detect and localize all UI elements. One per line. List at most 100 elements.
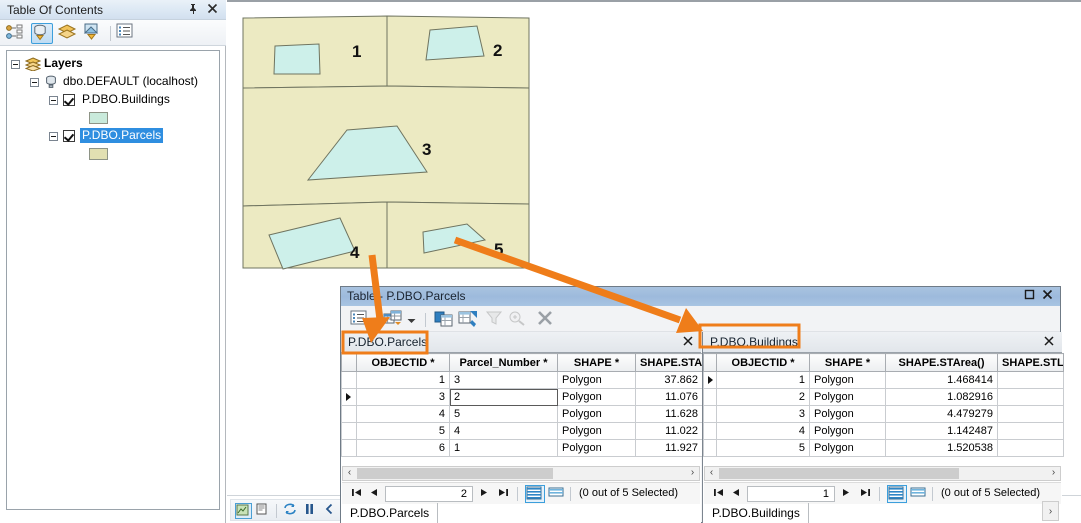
cell-shape[interactable]: Polygon (809, 439, 886, 457)
options-icon[interactable] (116, 23, 138, 44)
cell-shape-starea[interactable]: 1.082916 (885, 388, 998, 406)
cell-shape[interactable]: Polygon (809, 371, 886, 389)
layout-view-icon[interactable] (255, 503, 272, 519)
record-number-input[interactable]: 1 (747, 486, 835, 502)
cell-shape[interactable]: Polygon (557, 371, 636, 389)
cell-parcel-number[interactable]: 4 (449, 422, 558, 440)
row-selector[interactable] (341, 422, 357, 440)
column-header-shape-stl[interactable]: SHAPE.STL (997, 353, 1064, 372)
scrollbar-thumb[interactable] (719, 468, 959, 479)
row-selector[interactable] (703, 439, 717, 457)
table-row[interactable]: 4 5 Polygon 11.628 (341, 405, 703, 423)
list-by-drawing-order-icon[interactable] (5, 23, 27, 44)
collapse-icon[interactable] (324, 503, 341, 519)
table-row[interactable]: 2 Polygon 1.082916 (703, 388, 1064, 406)
tab-parcels[interactable]: P.DBO.Parcels (348, 335, 427, 349)
maximize-icon[interactable] (1022, 289, 1036, 303)
cell-shape-stl[interactable] (997, 422, 1064, 440)
cell-objectid[interactable]: 5 (716, 439, 810, 457)
table-row[interactable]: 4 Polygon 1.142487 (703, 422, 1064, 440)
cell-objectid[interactable]: 5 (356, 422, 450, 440)
cell-objectid[interactable]: 2 (716, 388, 810, 406)
cell-shape-starea[interactable]: 1.468414 (885, 371, 998, 389)
cell-shape-starea[interactable]: 11.076 (635, 388, 703, 406)
expander-icon[interactable] (49, 132, 58, 141)
grid-parcels[interactable]: OBJECTID * Parcel_Number * SHAPE * SHAPE… (341, 353, 703, 463)
row-selector[interactable] (341, 388, 357, 406)
column-header-parcel-number[interactable]: Parcel_Number * (449, 353, 558, 372)
record-number-input[interactable]: 2 (385, 486, 473, 502)
cell-objectid[interactable]: 3 (356, 388, 450, 406)
table-row[interactable]: 1 3 Polygon 37.862 (341, 371, 703, 389)
first-record-icon[interactable] (713, 487, 724, 501)
last-record-icon[interactable] (860, 487, 871, 501)
layer-tree[interactable]: Layers dbo.DEFAULT (localhost) P.DBO.Bui… (6, 50, 220, 510)
list-by-visibility-icon[interactable] (57, 23, 79, 44)
table-options-icon[interactable] (350, 310, 369, 329)
cell-shape-stl[interactable] (997, 388, 1064, 406)
column-header-shape-starea[interactable]: SHAPE.STArea() (885, 353, 998, 372)
column-header-shape-starea[interactable]: SHAPE.STArea (635, 353, 703, 372)
cell-shape-starea[interactable]: 11.927 (635, 439, 703, 457)
scroll-right-icon[interactable]: › (686, 467, 699, 480)
cell-objectid[interactable]: 4 (716, 422, 810, 440)
first-record-icon[interactable] (351, 487, 362, 501)
table-row[interactable]: 5 4 Polygon 11.022 (341, 422, 703, 440)
scroll-right-icon[interactable]: › (1047, 467, 1060, 480)
cell-parcel-number[interactable]: 1 (449, 439, 558, 457)
cell-parcel-number[interactable]: 2 (449, 388, 558, 406)
cell-shape-starea[interactable]: 1.142487 (885, 422, 998, 440)
show-all-records-icon[interactable] (434, 310, 455, 329)
table-window-titlebar[interactable]: Table - P.DBO.Parcels (341, 287, 1060, 306)
close-icon[interactable] (683, 335, 693, 349)
column-header-shape[interactable]: SHAPE * (557, 353, 636, 372)
clear-selection-icon[interactable] (537, 310, 554, 329)
refresh-icon[interactable] (283, 503, 300, 519)
cell-objectid[interactable]: 6 (356, 439, 450, 457)
table-row[interactable]: 3 2 Polygon 11.076 (341, 388, 703, 406)
next-record-icon[interactable] (480, 487, 489, 501)
table-row[interactable]: 5 Polygon 1.520538 (703, 439, 1064, 457)
close-icon[interactable] (1040, 289, 1054, 303)
cell-shape[interactable]: Polygon (809, 405, 886, 423)
show-all-rows-icon[interactable] (525, 485, 545, 503)
previous-record-icon[interactable] (731, 487, 740, 501)
cell-shape-stl[interactable] (997, 439, 1064, 457)
layer-visibility-checkbox-parcels[interactable] (63, 130, 75, 142)
last-record-icon[interactable] (498, 487, 509, 501)
cell-shape[interactable]: Polygon (557, 439, 636, 457)
row-select-header[interactable] (703, 353, 717, 372)
table-row[interactable]: 1 Polygon 1.468414 (703, 371, 1064, 389)
cell-shape-starea[interactable]: 37.862 (635, 371, 703, 389)
cell-parcel-number[interactable]: 3 (449, 371, 558, 389)
cell-shape[interactable]: Polygon (809, 388, 886, 406)
scroll-left-icon[interactable]: ‹ (343, 467, 356, 480)
row-selector[interactable] (341, 371, 357, 389)
related-tables-icon[interactable] (383, 310, 404, 329)
pane-scroll-right-icon[interactable]: › (1042, 501, 1059, 521)
cell-shape-starea[interactable]: 1.520538 (885, 439, 998, 457)
previous-record-icon[interactable] (369, 487, 378, 501)
horizontal-scrollbar-parcels[interactable]: ‹ › (342, 466, 700, 481)
cell-shape[interactable]: Polygon (557, 422, 636, 440)
symbol-swatch-buildings[interactable] (89, 112, 108, 124)
show-selected-rows-icon[interactable] (910, 485, 930, 503)
cell-shape[interactable]: Polygon (557, 405, 636, 423)
bottom-tab-buildings[interactable]: P.DBO.Buildings (704, 503, 809, 523)
pause-icon[interactable] (304, 503, 321, 519)
expander-icon[interactable] (11, 60, 20, 69)
show-selected-records-icon[interactable] (458, 310, 479, 329)
symbol-swatch-parcels[interactable] (89, 148, 108, 160)
row-selector[interactable] (703, 405, 717, 423)
column-header-objectid[interactable]: OBJECTID * (716, 353, 810, 372)
cell-shape-starea[interactable]: 4.479279 (885, 405, 998, 423)
cell-shape-starea[interactable]: 11.628 (635, 405, 703, 423)
scrollbar-thumb[interactable] (357, 468, 553, 479)
cell-shape[interactable]: Polygon (809, 422, 886, 440)
table-row[interactable]: 3 Polygon 4.479279 (703, 405, 1064, 423)
grid-buildings[interactable]: OBJECTID * SHAPE * SHAPE.STArea() SHAPE.… (703, 353, 1064, 463)
list-by-selection-icon[interactable] (83, 23, 105, 44)
horizontal-scrollbar-buildings[interactable]: ‹ › (704, 466, 1061, 481)
pin-icon[interactable] (186, 3, 200, 17)
column-header-objectid[interactable]: OBJECTID * (356, 353, 450, 372)
